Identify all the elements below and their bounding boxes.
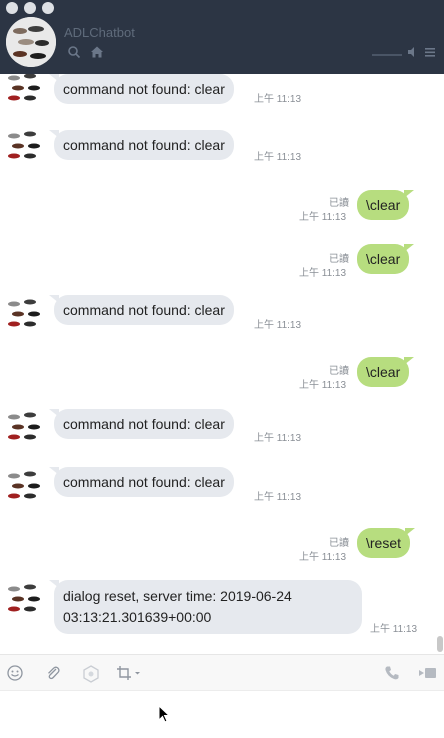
header-controls	[372, 45, 438, 64]
bot-avatar[interactable]	[4, 294, 44, 334]
volume-slider[interactable]	[372, 53, 402, 56]
video-icon[interactable]	[418, 665, 438, 686]
message-time: 上午 11:13	[370, 624, 418, 635]
message-row: command not found: clear 上午 11:13	[0, 466, 444, 506]
message-time: 上午 11:13	[299, 268, 347, 279]
mouse-cursor-icon	[158, 704, 171, 728]
chat-header: ADLChatbot	[0, 0, 444, 74]
message-row: 已讀 上午 11:13 \clear	[0, 354, 444, 394]
maximize-window-button[interactable]	[42, 2, 54, 14]
bot-avatar[interactable]	[4, 407, 44, 447]
message-time: 上午 11:13	[254, 152, 302, 163]
message-time: 上午 11:13	[299, 212, 347, 223]
volume-icon[interactable]	[406, 45, 420, 64]
emoji-icon[interactable]	[7, 665, 23, 686]
incoming-bubble[interactable]: dialog reset, server time: 2019-06-24 03…	[49, 580, 362, 634]
message-time: 上午 11:13	[254, 94, 302, 105]
message-row: command not found: clear 上午 11:13	[0, 294, 444, 334]
bot-avatar[interactable]	[4, 579, 44, 619]
message-row: 已讀 上午 11:13 \clear	[0, 242, 444, 282]
message-row: command not found: clear 上午 11:13	[0, 126, 444, 166]
outgoing-bubble[interactable]: \clear	[357, 357, 415, 387]
read-status: 已讀	[329, 366, 349, 377]
crop-icon[interactable]	[116, 665, 144, 686]
read-status: 已讀	[329, 198, 349, 209]
incoming-bubble[interactable]: command not found: clear	[49, 295, 234, 325]
incoming-bubble[interactable]: command not found: clear	[49, 74, 234, 104]
message-row: 已讀 上午 11:13 \reset	[0, 526, 444, 566]
message-row: command not found: clear 上午 11:13	[0, 407, 444, 447]
scrollbar-thumb[interactable]	[437, 636, 443, 652]
message-time: 上午 11:13	[299, 552, 347, 563]
chat-avatar[interactable]	[6, 17, 56, 67]
capture-icon[interactable]	[82, 665, 100, 688]
outgoing-bubble[interactable]: \reset	[357, 528, 416, 558]
input-toolbar	[0, 654, 444, 690]
bot-avatar[interactable]	[4, 74, 44, 108]
message-time: 上午 11:13	[299, 380, 347, 391]
read-status: 已讀	[329, 254, 349, 265]
chat-title: ADLChatbot	[64, 25, 135, 40]
message-time: 上午 11:13	[254, 492, 302, 503]
outgoing-bubble[interactable]: \clear	[357, 190, 415, 220]
incoming-bubble[interactable]: command not found: clear	[49, 409, 234, 439]
outgoing-bubble[interactable]: \clear	[357, 244, 415, 274]
message-list[interactable]: command not found: clear 上午 11:13 comman…	[0, 74, 444, 654]
message-time: 上午 11:13	[254, 433, 302, 444]
message-row: command not found: clear 上午 11:13	[0, 74, 444, 108]
search-icon[interactable]	[67, 45, 81, 64]
bot-avatar[interactable]	[4, 126, 44, 166]
message-row: 已讀 上午 11:13 \clear	[0, 186, 444, 226]
message-time: 上午 11:13	[254, 320, 302, 331]
menu-icon[interactable]	[424, 45, 438, 64]
attachment-icon[interactable]	[45, 665, 61, 686]
message-row: dialog reset, server time: 2019-06-24 03…	[0, 579, 444, 639]
read-status: 已讀	[329, 538, 349, 549]
phone-icon[interactable]	[384, 665, 400, 686]
incoming-bubble[interactable]: command not found: clear	[49, 130, 234, 160]
home-icon[interactable]	[90, 45, 104, 64]
minimize-window-button[interactable]	[24, 2, 36, 14]
window-controls	[6, 2, 54, 14]
chat-window: ADLChatbot command not found: clear 上午 1…	[0, 0, 444, 738]
incoming-bubble[interactable]: command not found: clear	[49, 467, 234, 497]
close-window-button[interactable]	[6, 2, 18, 14]
message-input[interactable]	[0, 690, 444, 738]
bot-avatar[interactable]	[4, 466, 44, 506]
